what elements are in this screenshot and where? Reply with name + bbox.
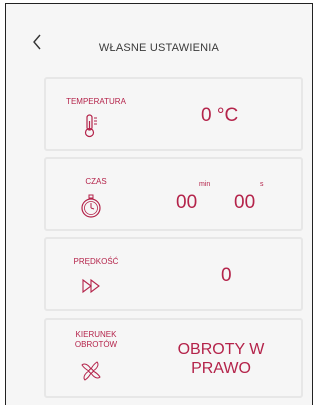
speed-value: 0 <box>221 265 232 286</box>
direction-value: OBROTY W PRAWO <box>166 340 276 378</box>
direction-value-line2: PRAWO <box>191 360 251 377</box>
direction-label-line2: OBROTÓW <box>74 340 118 349</box>
temperature-card[interactable]: TEMPERATURA 0 °C <box>44 77 303 151</box>
direction-label-line1: KIERUNEK <box>75 330 117 339</box>
page-title: WŁASNE USTAWIENIA <box>98 42 220 54</box>
time-card[interactable]: CZAS 00 min 00 s <box>44 157 303 231</box>
temperature-label: TEMPERATURA <box>66 97 126 106</box>
time-seconds-unit: s <box>260 181 264 188</box>
time-minutes-value: 00 <box>176 192 198 213</box>
header: WŁASNE USTAWIENIA <box>6 4 312 66</box>
time-minutes-unit: min <box>199 181 211 188</box>
screen-frame: WŁASNE USTAWIENIA TEMPERATURA 0 °C CZAS <box>5 3 313 405</box>
temperature-value: 0 °C <box>201 105 239 126</box>
direction-card[interactable]: KIERUNEK OBROTÓW OBROTY W PRAWO <box>44 318 303 398</box>
stopwatch-icon <box>78 193 104 219</box>
direction-value-line1: OBROTY W <box>177 341 265 358</box>
thermometer-icon <box>78 113 104 139</box>
fan-rotation-icon <box>78 358 104 384</box>
fast-forward-icon <box>78 273 104 299</box>
speed-card[interactable]: PRĘDKOŚĆ 0 <box>44 237 303 311</box>
time-seconds-value: 00 <box>234 192 256 213</box>
speed-label: PRĘDKOŚĆ <box>73 257 119 266</box>
time-label: CZAS <box>85 177 107 186</box>
direction-label: KIERUNEK OBROTÓW <box>52 330 140 350</box>
